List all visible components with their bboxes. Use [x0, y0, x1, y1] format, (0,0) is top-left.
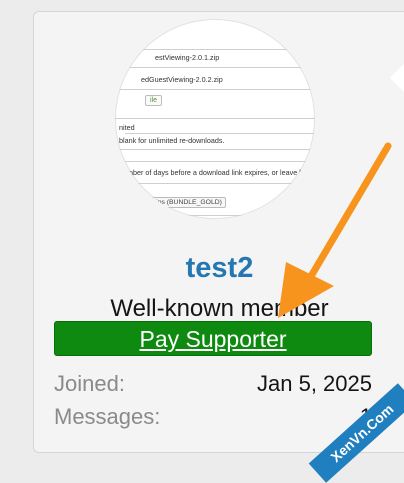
orange-arrow-annotation — [278, 142, 392, 318]
arrow-shaft — [306, 142, 392, 282]
arrow-head — [278, 262, 334, 318]
